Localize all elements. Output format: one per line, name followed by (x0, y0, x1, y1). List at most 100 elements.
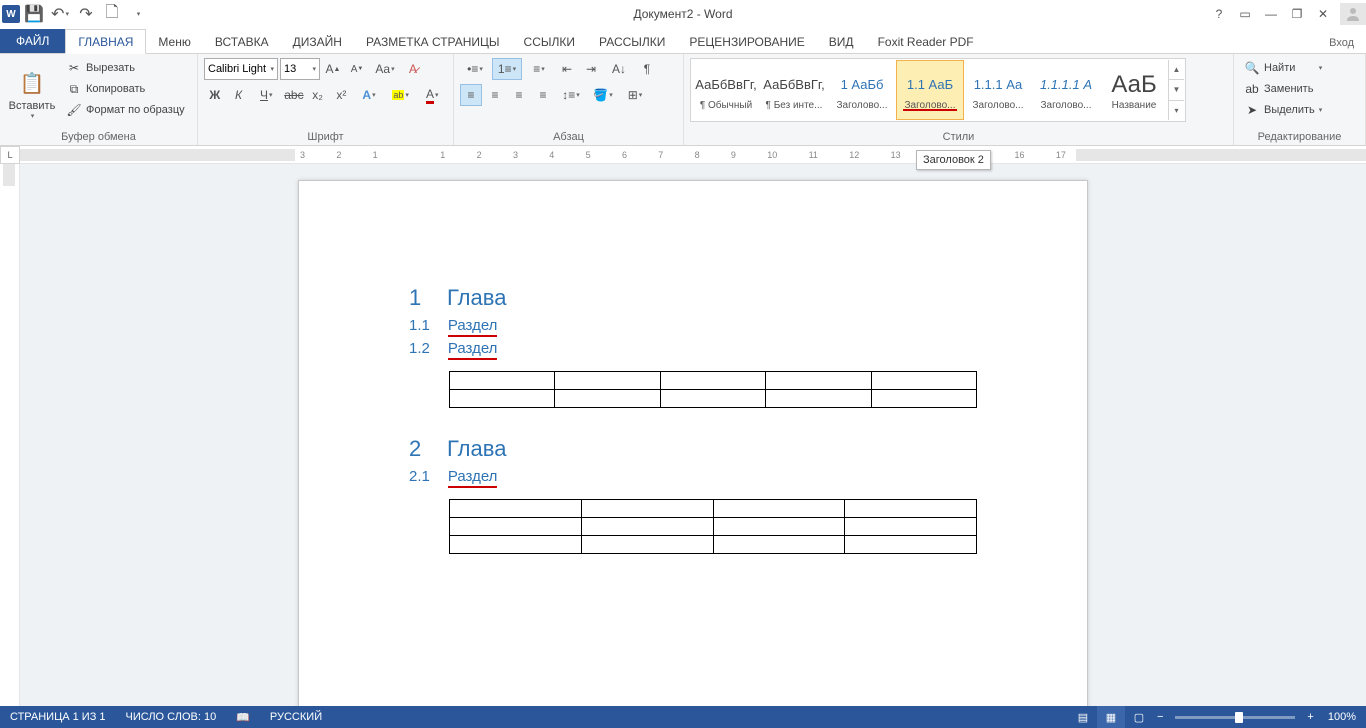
style-item-3[interactable]: 1.1 АаБЗаголово... (896, 60, 964, 120)
tab-review[interactable]: РЕЦЕНЗИРОВАНИЕ (677, 30, 816, 53)
heading-1[interactable]: 1Глава (409, 285, 977, 311)
shading-button[interactable]: 🪣▾ (588, 84, 618, 106)
font-color-button[interactable]: A▾ (417, 84, 447, 106)
copy-button[interactable]: ⧉Копировать (62, 79, 189, 99)
align-left-button[interactable]: ≡ (460, 84, 482, 106)
underline-button[interactable]: Ч▾ (251, 84, 281, 106)
styles-scroll-1[interactable]: ▼ (1169, 80, 1184, 100)
table-cell[interactable] (766, 390, 871, 408)
heading-2-1[interactable]: 2.1Раздел (409, 468, 977, 485)
table-cell[interactable] (660, 390, 765, 408)
bullets-button[interactable]: •≡▾ (460, 58, 490, 80)
replace-button[interactable]: abЗаменить (1240, 79, 1326, 99)
heading-1-1[interactable]: 1.1Раздел (409, 317, 977, 334)
qat-customize-button[interactable]: ▾ (126, 2, 150, 26)
tab-selector[interactable]: L (0, 146, 20, 164)
style-item-5[interactable]: 1.1.1.1 АЗаголово... (1032, 60, 1100, 120)
qat-undo-button[interactable]: ↶▾ (48, 2, 72, 26)
tab-insert[interactable]: ВСТАВКА (203, 30, 281, 53)
font-size-dropdown[interactable]: 13▾ (280, 58, 320, 80)
numbering-button[interactable]: 1≡▾ (492, 58, 522, 80)
table-cell[interactable] (450, 390, 555, 408)
bold-button[interactable]: Ж (204, 84, 226, 106)
table-cell[interactable] (660, 372, 765, 390)
font-name-dropdown[interactable]: Calibri Light▾ (204, 58, 278, 80)
select-button[interactable]: ➤Выделить▾ (1240, 100, 1326, 120)
zoom-out-button[interactable]: − (1153, 711, 1167, 723)
multilevel-button[interactable]: ≡▾ (524, 58, 554, 80)
style-item-6[interactable]: АаБНазвание (1100, 60, 1168, 120)
tab-layout[interactable]: РАЗМЕТКА СТРАНИЦЫ (354, 30, 512, 53)
tab-references[interactable]: ССЫЛКИ (512, 30, 587, 53)
table-cell[interactable] (555, 372, 660, 390)
table-cell[interactable] (450, 536, 582, 554)
ribbon-options-button[interactable]: ▭ (1232, 1, 1258, 27)
borders-button[interactable]: ⊞▾ (620, 84, 650, 106)
strike-button[interactable]: abc (283, 84, 305, 106)
document-page[interactable]: 1Глава 1.1Раздел 1.2Раздел 2Глава 2.1Раз… (298, 180, 1088, 706)
style-item-4[interactable]: 1.1.1 АаЗаголово... (964, 60, 1032, 120)
view-web-button[interactable]: ▢ (1125, 706, 1153, 728)
sort-button[interactable]: A↓ (604, 58, 634, 80)
user-avatar[interactable] (1340, 3, 1366, 25)
styles-scroll-2[interactable]: ▾ (1169, 101, 1184, 120)
heading-2[interactable]: 2Глава (409, 436, 977, 462)
table-cell[interactable] (713, 500, 845, 518)
table-cell[interactable] (581, 536, 713, 554)
table-cell[interactable] (766, 372, 871, 390)
table-1[interactable] (449, 371, 977, 408)
find-button[interactable]: 🔍Найти▾ (1240, 58, 1326, 78)
subscript-button[interactable]: x₂ (307, 84, 329, 106)
table-cell[interactable] (581, 500, 713, 518)
view-read-button[interactable]: ▤ (1069, 706, 1097, 728)
qat-new-button[interactable]: 🗋 (100, 2, 124, 26)
tab-home[interactable]: ГЛАВНАЯ (65, 29, 146, 54)
table-cell[interactable] (581, 518, 713, 536)
qat-redo-button[interactable]: ↷ (74, 2, 98, 26)
tab-view[interactable]: ВИД (817, 30, 866, 53)
status-page[interactable]: СТРАНИЦА 1 ИЗ 1 (0, 706, 116, 728)
table-cell[interactable] (555, 390, 660, 408)
table-2[interactable] (449, 499, 977, 554)
zoom-in-button[interactable]: + (1303, 711, 1317, 723)
table-cell[interactable] (871, 390, 976, 408)
table-cell[interactable] (845, 518, 977, 536)
style-item-1[interactable]: АаБбВвГг,¶ Без инте... (760, 60, 828, 120)
align-right-button[interactable]: ≡ (508, 84, 530, 106)
table-cell[interactable] (450, 518, 582, 536)
table-cell[interactable] (450, 500, 582, 518)
vertical-ruler[interactable] (0, 164, 20, 706)
justify-button[interactable]: ≡ (532, 84, 554, 106)
sign-in-link[interactable]: Вход (1323, 33, 1360, 53)
paste-button[interactable]: 📋 Вставить▾ (6, 58, 58, 129)
help-button[interactable]: ? (1206, 1, 1232, 27)
italic-button[interactable]: К (228, 84, 250, 106)
heading-1-2[interactable]: 1.2Раздел (409, 340, 977, 357)
align-center-button[interactable]: ≡ (484, 84, 506, 106)
decrease-indent-button[interactable]: ⇤ (556, 58, 578, 80)
styles-gallery[interactable]: АаБбВвГг,¶ ОбычныйАаБбВвГг,¶ Без инте...… (690, 58, 1186, 122)
text-effects-button[interactable]: A▾ (354, 84, 384, 106)
table-cell[interactable] (845, 500, 977, 518)
zoom-level[interactable]: 100% (1318, 711, 1366, 723)
tab-file[interactable]: ФАЙЛ (0, 29, 65, 53)
increase-indent-button[interactable]: ⇥ (580, 58, 602, 80)
grow-font-button[interactable]: A▲ (322, 58, 344, 80)
view-print-button[interactable]: ▦ (1097, 706, 1125, 728)
table-cell[interactable] (871, 372, 976, 390)
change-case-button[interactable]: Aa▾ (370, 58, 400, 80)
style-item-2[interactable]: 1 АаБбЗаголово... (828, 60, 896, 120)
styles-scroll-0[interactable]: ▲ (1169, 60, 1184, 80)
highlight-button[interactable]: ab▾ (386, 84, 416, 106)
superscript-button[interactable]: x² (330, 84, 352, 106)
qat-save-button[interactable]: 💾 (22, 2, 46, 26)
tab-foxit[interactable]: Foxit Reader PDF (866, 30, 986, 53)
tab-menu[interactable]: Меню (146, 30, 202, 53)
style-item-0[interactable]: АаБбВвГг,¶ Обычный (692, 60, 760, 120)
line-spacing-button[interactable]: ↕≡▾ (556, 84, 586, 106)
tab-mailings[interactable]: РАССЫЛКИ (587, 30, 677, 53)
table-cell[interactable] (713, 536, 845, 554)
horizontal-ruler[interactable]: 3211234567891011121314151617 (20, 146, 1366, 164)
close-button[interactable]: ✕ (1310, 1, 1336, 27)
minimize-button[interactable]: — (1258, 1, 1284, 27)
